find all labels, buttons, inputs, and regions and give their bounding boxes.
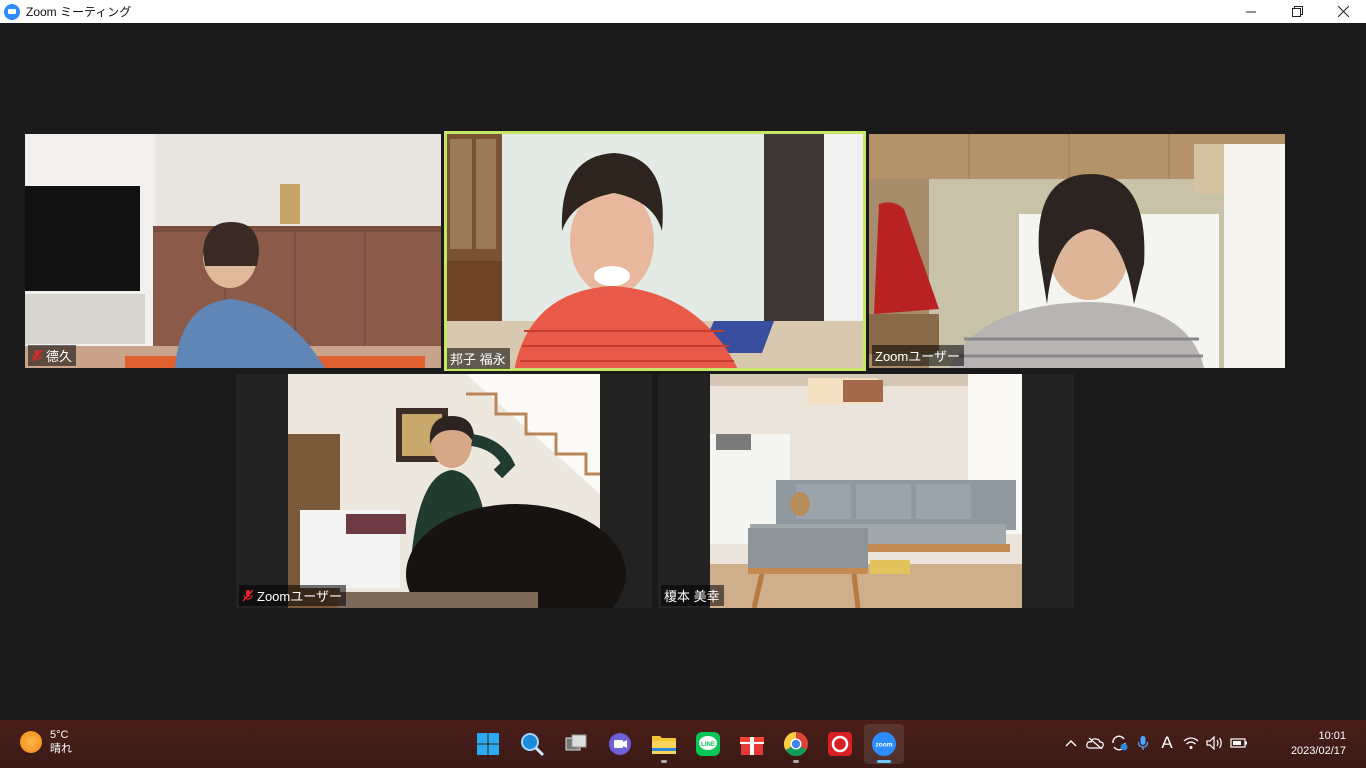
weather-widget[interactable]: 5°C 晴れ [20,728,72,756]
folder-icon [652,736,676,754]
minimize-button[interactable] [1228,0,1274,23]
volume-button[interactable] [1206,732,1224,754]
line-icon: LINE [696,732,720,756]
clock[interactable]: 10:01 2023/02/17 [1291,729,1346,759]
participant-video [444,131,866,371]
title-bar: Zoom ミーティング [0,0,1366,23]
taskbar-apps: LINE zoom [468,724,904,764]
restore-icon [1291,6,1303,17]
chrome-icon [783,732,808,757]
show-hidden-icons-button[interactable] [1062,732,1080,754]
close-button[interactable] [1320,0,1366,23]
sync-icon [1112,735,1128,751]
muted-mic-icon [242,589,254,602]
search-icon [521,733,545,757]
search-button[interactable] [512,724,552,764]
participant-video [236,374,652,608]
muted-mic-icon [31,349,43,362]
participant-video [25,134,441,368]
system-tray: A [1062,732,1248,754]
window-controls [1228,0,1366,23]
network-button[interactable] [1182,732,1200,754]
zoom-window: Zoom ミーティング 德久 邦子 福永 Zoomユーザー Zoomユーザー 榎… [0,0,1366,768]
video-tile[interactable]: Zoomユーザー [869,134,1285,368]
microphone-icon [1137,736,1149,750]
participant-name: 邦子 福永 [450,352,506,367]
video-tile[interactable]: Zoomユーザー [236,374,652,608]
participant-name: Zoomユーザー [257,589,342,604]
onedrive-button[interactable] [1086,732,1104,754]
zoom-icon: zoom [872,732,896,756]
wifi-icon [1183,737,1199,749]
participant-name-tag: 德久 [28,345,77,366]
task-view-icon [565,734,587,751]
clock-date: 2023/02/17 [1290,745,1346,757]
speaker-icon [1206,736,1222,750]
restore-button[interactable] [1274,0,1320,23]
participant-name-tag: Zoomユーザー [872,345,964,366]
battery-button[interactable] [1230,732,1248,754]
taskbar: 5°C 晴れ LINE zoom A 10:01 2023/02/17 [0,720,1366,768]
participant-video [658,374,1074,608]
participant-name: 德久 [46,349,73,364]
ime-indicator[interactable]: A [1158,732,1176,754]
microphone-button[interactable] [1134,732,1152,754]
participant-name: 榎本 美幸 [664,589,720,604]
chrome-button[interactable] [776,724,816,764]
weather-condition: 晴れ [50,743,72,755]
svg-text:LINE: LINE [701,742,715,748]
video-tile-active-speaker[interactable]: 邦子 福永 [444,131,866,371]
sunny-icon [20,731,42,753]
security-app-button[interactable] [820,724,860,764]
battery-charging-icon [1230,738,1247,748]
chat-button[interactable] [600,724,640,764]
chevron-up-icon [1065,740,1077,747]
window-title: Zoom ミーティング [26,5,132,19]
svg-text:zoom: zoom [876,742,893,749]
cloud-offline-icon [1086,737,1104,749]
start-button[interactable] [468,724,508,764]
weather-temperature: 5°C [50,729,69,741]
video-tile[interactable]: 榎本 美幸 [658,374,1074,608]
gift-icon [740,737,764,755]
task-view-button[interactable] [556,724,596,764]
sync-button[interactable] [1110,732,1128,754]
video-chat-icon [609,733,631,755]
participant-video [869,134,1285,368]
zoom-app-icon [4,3,20,20]
participant-name-tag: Zoomユーザー [239,585,346,606]
shield-icon [828,732,852,756]
gift-app-button[interactable] [732,724,772,764]
participant-name-tag: 榎本 美幸 [661,585,724,606]
windows-icon [477,733,499,755]
file-explorer-button[interactable] [644,724,684,764]
clock-time: 10:01 [1318,730,1346,742]
gallery-view: 德久 邦子 福永 Zoomユーザー Zoomユーザー 榎本 美幸 [0,23,1366,720]
line-app-button[interactable]: LINE [688,724,728,764]
participant-name-tag: 邦子 福永 [447,348,510,369]
video-tile[interactable]: 德久 [25,134,441,368]
minimize-icon [1246,11,1256,12]
participant-name: Zoomユーザー [875,349,960,364]
zoom-taskbar-button[interactable]: zoom [864,724,904,764]
close-icon [1337,6,1349,17]
